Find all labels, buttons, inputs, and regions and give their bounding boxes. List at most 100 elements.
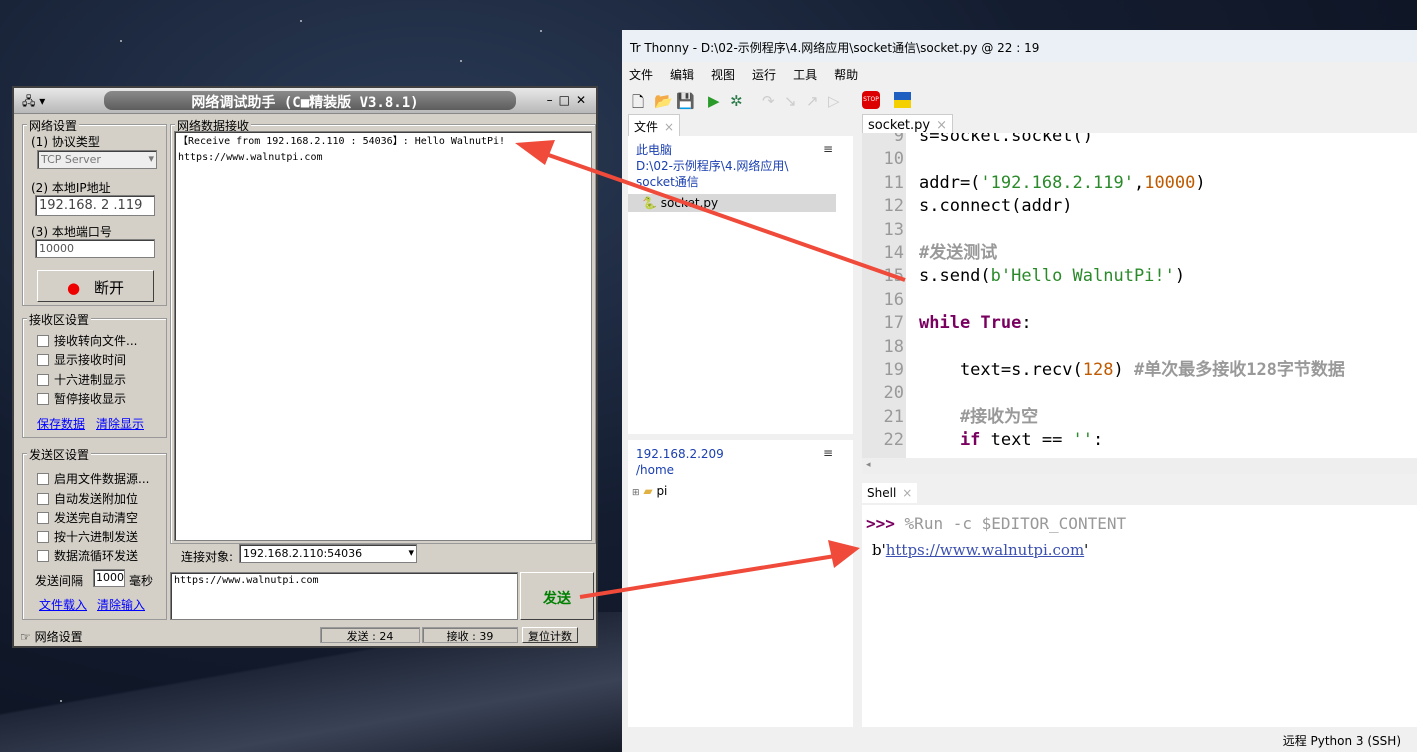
send-option-checkbox[interactable]: 发送完自动清空 xyxy=(37,509,138,526)
interval-field[interactable]: 1000 xyxy=(93,569,125,587)
code-line[interactable]: 14 #发送测试 xyxy=(862,242,998,265)
send-button[interactable]: 发送 xyxy=(520,572,594,620)
window-controls[interactable]: –□✕ xyxy=(547,93,592,107)
send-option-checkbox[interactable]: 按十六进制发送 xyxy=(37,528,138,545)
local-path-root[interactable]: 此电脑 xyxy=(636,142,853,158)
disconnect-button[interactable]: ● 断开 xyxy=(37,270,154,302)
code-line[interactable]: 21 #接收为空 xyxy=(862,406,1039,429)
menu-help[interactable]: 帮助 xyxy=(834,68,858,82)
menu-run[interactable]: 运行 xyxy=(752,68,776,82)
shell-console[interactable]: >>> %Run -c $EDITOR_CONTENT b'https://ww… xyxy=(862,505,1417,727)
menu-tools[interactable]: 工具 xyxy=(793,68,817,82)
expand-icon[interactable]: ⊞ xyxy=(632,488,640,498)
code-token: : xyxy=(1021,313,1032,334)
local-path-folder[interactable]: socket通信 xyxy=(636,174,853,190)
code-token: addr=( xyxy=(919,172,981,193)
port-field[interactable]: 10000 xyxy=(35,239,155,258)
code-editor[interactable]: 9 s=socket.socket() 10 11 addr=('192.168.2.1… xyxy=(862,133,1417,458)
tab-files[interactable]: 文件 × xyxy=(628,114,681,138)
protocol-select[interactable]: TCP Server ▾ xyxy=(37,150,157,169)
recv-option-checkbox[interactable]: 暂停接收显示 xyxy=(37,390,126,407)
run-icon[interactable]: ▶ xyxy=(708,92,720,110)
pane-menu-icon[interactable]: ≡ xyxy=(823,446,833,460)
menu-bar: 文件 编辑 视图 运行 工具 帮助 xyxy=(622,62,1417,86)
load-file-link[interactable]: 文件载入 xyxy=(39,596,87,613)
step-over-icon[interactable]: ↷ xyxy=(762,92,775,110)
send-option-checkbox[interactable]: 启用文件数据源... xyxy=(37,470,149,487)
group-label: 网络设置 xyxy=(27,117,80,134)
code-line[interactable]: 22 if text == '': xyxy=(862,429,1104,452)
ip-field[interactable]: 192.168. 2 .119 xyxy=(35,195,155,216)
recv-option-checkbox[interactable]: 十六进制显示 xyxy=(37,371,126,388)
shell-output-link[interactable]: https://www.walnutpi.com xyxy=(886,541,1084,559)
maximize-icon[interactable]: □ xyxy=(559,93,576,107)
send-option-checkbox[interactable]: 数据流循环发送 xyxy=(37,547,138,564)
line-number: 13 xyxy=(883,219,904,240)
code-line[interactable]: 12 s.connect(addr) xyxy=(862,195,1073,218)
open-folder-icon[interactable]: 📂 xyxy=(654,92,673,110)
recv-area-group: 网络数据接收 【Receive from 192.168.2.110 : 540… xyxy=(170,117,596,544)
send-option-checkbox[interactable]: 自动发送附加位 xyxy=(37,490,138,507)
stop-icon[interactable]: STOP xyxy=(862,91,880,109)
interval-unit: 毫秒 xyxy=(129,574,154,588)
line-number: 16 xyxy=(883,289,904,310)
interpreter-status[interactable]: 远程 Python 3 (SSH) xyxy=(1283,734,1401,748)
interval-label: 发送间隔 xyxy=(35,574,84,588)
port-label: (3) 本地端口号 xyxy=(31,225,112,239)
code-line[interactable]: 15 s.send(b'Hello WalnutPi!') xyxy=(862,265,1186,288)
code-line[interactable]: 17 while True: xyxy=(862,312,1032,335)
code-token: ) xyxy=(1195,172,1206,193)
close-tab-icon[interactable]: × xyxy=(936,118,947,133)
minimize-icon[interactable]: – xyxy=(547,93,559,107)
code-line[interactable]: 9 s=socket.socket() xyxy=(862,133,1093,148)
close-tab-icon[interactable]: × xyxy=(664,120,674,134)
send-textarea[interactable]: https://www.walnutpi.com xyxy=(170,572,518,620)
reset-count-button[interactable]: 复位计数 xyxy=(522,627,578,643)
code-line[interactable]: 13 xyxy=(862,219,919,242)
horizontal-scrollbar[interactable]: ◂ xyxy=(862,458,1417,474)
tab-shell[interactable]: Shell × xyxy=(862,483,918,503)
resume-icon[interactable]: ▷ xyxy=(828,92,840,110)
local-path-folder[interactable]: D:\02-示例程序\4.网络应用\ xyxy=(636,158,853,174)
folder-icon: ▰ xyxy=(643,484,653,498)
code-token: , xyxy=(1133,172,1145,193)
code-line[interactable]: 18 xyxy=(862,336,919,359)
protocol-label: (1) 协议类型 xyxy=(31,135,100,149)
file-item-socket-py[interactable]: 🐍 socket.py xyxy=(628,194,836,212)
code-line[interactable]: 11 addr=('192.168.2.119',10000) xyxy=(862,172,1206,195)
group-label: 接收区设置 xyxy=(27,311,92,328)
send-settings-group: 发送区设置 启用文件数据源... 自动发送附加位 发送完自动清空 按十六进制发送… xyxy=(22,446,167,620)
save-data-link[interactable]: 保存数据 xyxy=(37,415,85,432)
menu-file[interactable]: 文件 xyxy=(629,68,653,82)
close-tab-icon[interactable]: × xyxy=(902,486,912,500)
menu-edit[interactable]: 编辑 xyxy=(670,68,694,82)
code-token: text == xyxy=(980,430,1073,451)
target-select[interactable]: 192.168.2.110:54036 ▾ xyxy=(239,544,417,563)
code-token: : xyxy=(1093,430,1104,451)
remote-host[interactable]: 192.168.2.209 xyxy=(636,446,853,462)
close-icon[interactable]: ✕ xyxy=(576,93,592,107)
ip-label: (2) 本地IP地址 xyxy=(31,181,111,195)
clear-display-link[interactable]: 清除显示 xyxy=(96,415,144,432)
pane-menu-icon[interactable]: ≡ xyxy=(823,142,833,156)
debug-icon[interactable]: ✲ xyxy=(730,92,743,110)
window-title: Thonny - D:\02-示例程序\4.网络应用\socket通信\sock… xyxy=(644,41,1040,55)
code-line[interactable]: 16 xyxy=(862,289,919,312)
title-bar[interactable]: 🖧 ▾ 网络调试助手 (C■精装版 V3.8.1) –□✕ xyxy=(14,88,596,114)
code-line[interactable]: 19 text=s.recv(128) #单次最多接收128字节数据 xyxy=(862,359,1345,382)
recv-option-checkbox[interactable]: 显示接收时间 xyxy=(37,351,126,368)
step-into-icon[interactable]: ↘ xyxy=(784,92,797,110)
step-out-icon[interactable]: ↗ xyxy=(806,92,819,110)
code-line[interactable]: 20 xyxy=(862,382,919,405)
save-icon[interactable]: 💾 xyxy=(676,92,695,110)
menu-view[interactable]: 视图 xyxy=(711,68,735,82)
remote-path-folder[interactable]: /home xyxy=(636,462,853,478)
recv-textarea[interactable]: 【Receive from 192.168.2.110 : 54036】: He… xyxy=(174,131,592,541)
recv-settings-group: 接收区设置 接收转向文件... 显示接收时间 十六进制显示 暂停接收显示 保存数… xyxy=(22,311,167,438)
code-line[interactable]: 10 xyxy=(862,148,919,171)
code-token: #发送测试 xyxy=(919,243,998,263)
recv-option-checkbox[interactable]: 接收转向文件... xyxy=(37,332,137,349)
folder-item-pi[interactable]: ⊞ ▰ pi xyxy=(628,484,853,498)
ukraine-flag-icon[interactable] xyxy=(894,92,911,108)
clear-input-link[interactable]: 清除输入 xyxy=(97,596,145,613)
